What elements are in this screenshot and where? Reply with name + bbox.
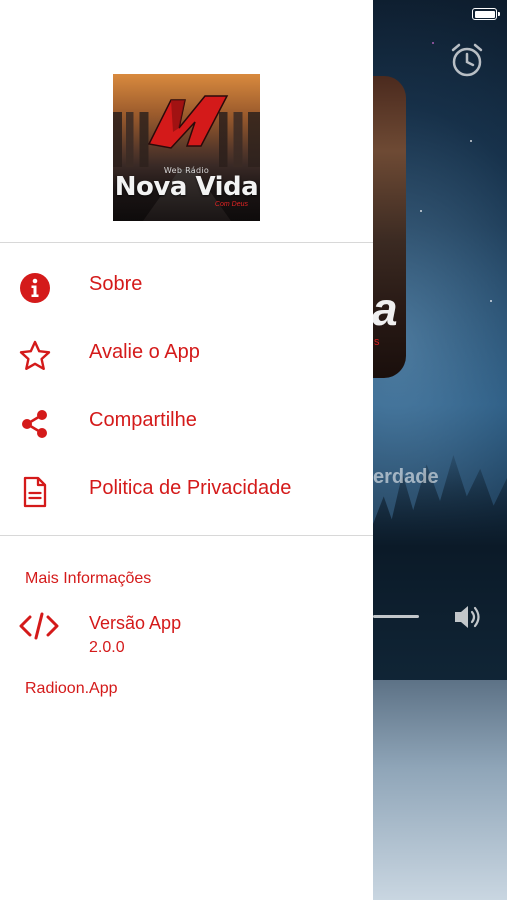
app-version-value: 2.0.0 [89, 639, 125, 656]
share-icon [22, 410, 47, 438]
navigation-drawer: Web Rádio Nova Vida Com Deus Sobre Avali… [0, 0, 373, 900]
menu-item-label: Politica de Privacidade [89, 477, 292, 499]
menu-item-label: Sobre [89, 273, 143, 295]
section-title-more-info: Mais Informações [25, 570, 152, 587]
code-icon [19, 612, 59, 640]
volume-slider[interactable] [373, 615, 419, 618]
logo-tagline: Com Deus [214, 201, 248, 208]
station-logo: Web Rádio Nova Vida Com Deus [113, 74, 260, 221]
star-decoration [420, 210, 422, 212]
snow-ground [373, 680, 507, 900]
now-playing-title: erdade [373, 466, 439, 488]
forest-silhouette [373, 455, 507, 685]
menu-item-compartilhe[interactable]: Compartilhe [0, 393, 373, 453]
menu-item-label: Avalie o App [89, 341, 200, 363]
divider [0, 242, 373, 243]
info-circle-icon [20, 273, 50, 303]
volume-icon[interactable] [452, 602, 484, 632]
album-art-text: a [372, 283, 398, 335]
logo-brand-name: Nova Vida [114, 172, 259, 202]
app-version-label: Versão App [89, 613, 182, 633]
star-outline-icon [19, 340, 51, 370]
document-icon [23, 476, 47, 508]
menu-item-sobre[interactable]: Sobre [0, 257, 373, 317]
divider [0, 535, 373, 536]
menu-item-avalie-o-app[interactable]: Avalie o App [0, 325, 373, 385]
star-decoration [470, 140, 472, 142]
star-decoration [490, 300, 492, 302]
album-art-subtext: s [374, 336, 380, 348]
battery-icon [472, 8, 500, 20]
alarm-clock-icon[interactable] [447, 40, 487, 80]
radioon-app-link[interactable]: Radioon.App [25, 680, 118, 698]
menu-item-politica-de-privacidade[interactable]: Politica de Privacidade [0, 461, 373, 521]
star-decoration [432, 42, 434, 44]
menu-item-label: Compartilhe [89, 409, 197, 431]
